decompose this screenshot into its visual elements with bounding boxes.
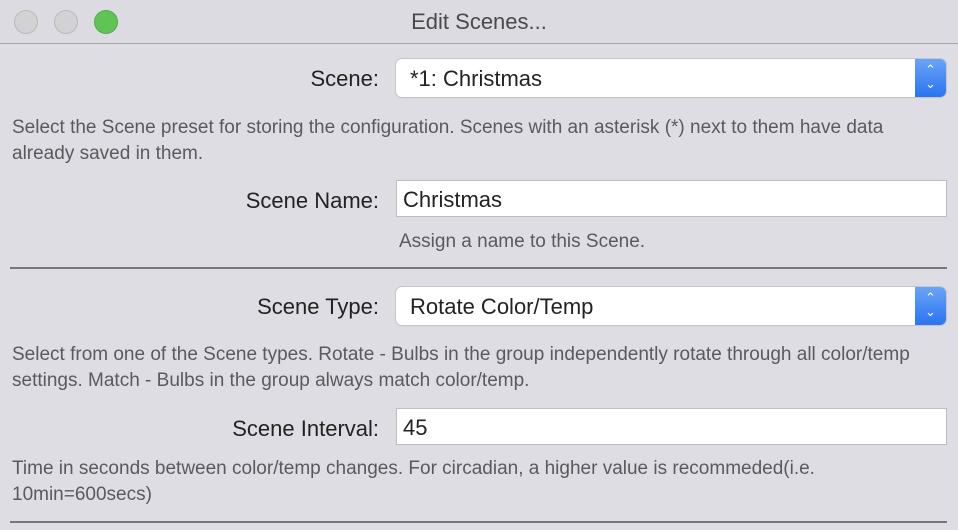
title-bar: Edit Scenes... <box>0 0 958 44</box>
divider <box>10 521 947 523</box>
scene-value: *1: Christmas <box>410 66 543 91</box>
scene-description: Select the Scene preset for storing the … <box>12 117 884 164</box>
scene-name-input[interactable]: Christmas <box>396 180 947 217</box>
scene-label: Scene: <box>310 66 380 91</box>
scene-type-label: Scene Type: <box>257 294 379 319</box>
scene-name-description: Assign a name to this Scene. <box>399 231 646 252</box>
scene-popup[interactable]: *1: Christmas ⌃ ⌄ <box>396 59 946 97</box>
scene-interval-description: Time in seconds between color/temp chang… <box>12 458 815 505</box>
window-title: Edit Scenes... <box>411 9 547 34</box>
scene-name-label: Scene Name: <box>245 188 379 213</box>
scene-type-value: Rotate Color/Temp <box>410 294 594 319</box>
updown-chevron-icon: ⌃ ⌄ <box>915 59 946 97</box>
scene-interval-label: Scene Interval: <box>232 416 379 441</box>
updown-chevron-icon: ⌃ ⌄ <box>915 287 946 325</box>
scene-type-popup[interactable]: Rotate Color/Temp ⌃ ⌄ <box>396 287 946 325</box>
scene-type-description: Select from one of the Scene types. Rota… <box>12 344 910 391</box>
scene-interval-input[interactable]: 45 <box>396 408 947 445</box>
divider <box>10 267 947 269</box>
